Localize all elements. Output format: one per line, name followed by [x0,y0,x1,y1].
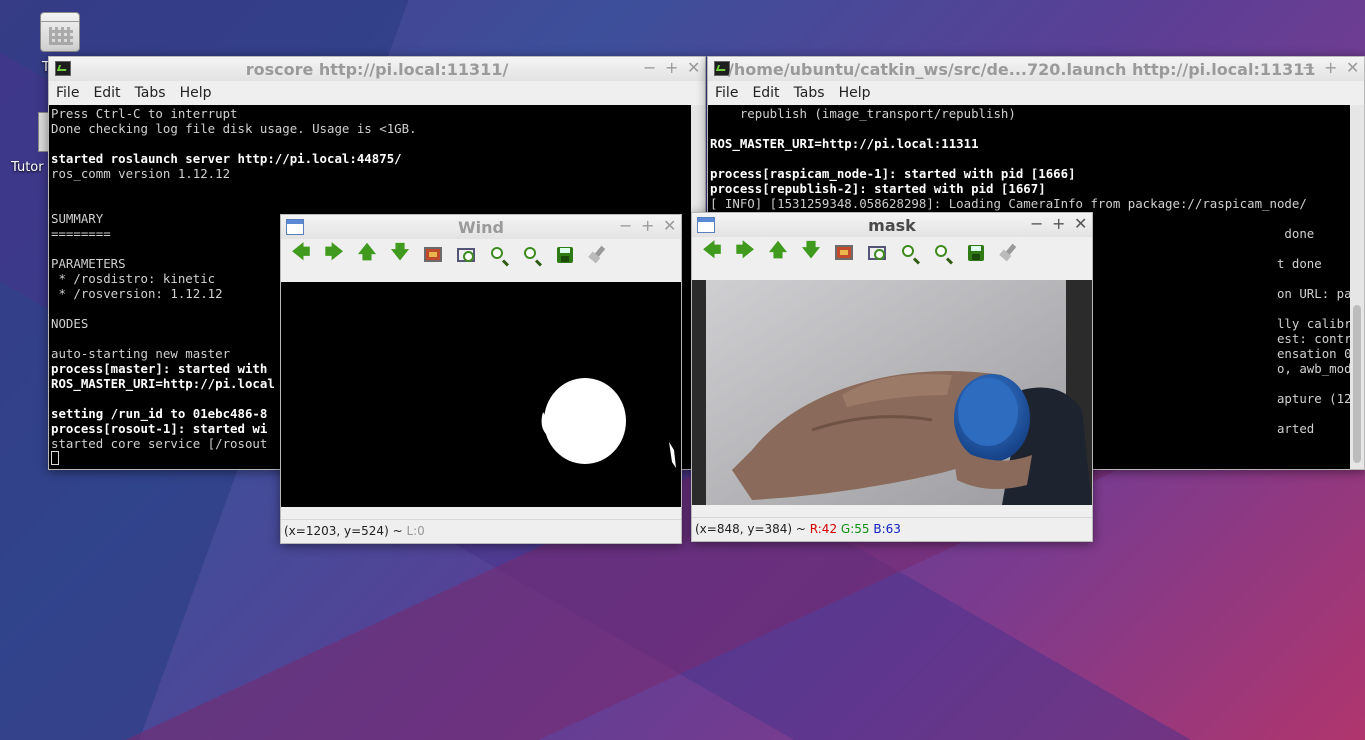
maximize-button[interactable]: + [1052,215,1065,233]
zoom-fit-icon[interactable] [866,242,888,264]
image-icon[interactable] [833,242,855,264]
menu-edit[interactable]: Edit [752,85,779,101]
menu-tabs[interactable]: Tabs [794,85,825,101]
minimize-button[interactable]: − [619,217,632,235]
terminal-line: Press Ctrl-C to interrupt [51,106,238,121]
camera-image-canvas[interactable] [692,280,1092,505]
menu-edit[interactable]: Edit [93,85,120,101]
image-window-wind[interactable]: Wind − + ✕ 🡄 🡆 🡅 🡇 (x=1203, y=524) ~ L:0 [280,214,682,544]
titlebar[interactable]: /home/ubuntu/catkin_ws/src/de...720.laun… [708,57,1364,81]
camera-photo [692,280,1092,505]
menubar: File Edit Tabs Help [49,81,705,105]
terminal-line: started roslaunch server http://pi.local… [51,151,402,166]
pixel-r-value: R:42 [809,521,838,536]
minimize-button[interactable]: − [1302,59,1315,77]
text-cursor [51,451,59,465]
minimize-button[interactable]: − [1030,215,1043,233]
close-button[interactable]: ✕ [1074,215,1087,233]
arrow-up-icon[interactable]: 🡅 [356,242,378,266]
scrollbar-thumb[interactable] [1353,305,1361,463]
statusbar: (x=1203, y=524) ~ L:0 [281,519,681,541]
titlebar[interactable]: roscore http://pi.local:11311/ − + ✕ [49,57,705,81]
minimize-button[interactable]: − [643,59,656,77]
image-toolbar: 🡄 🡆 🡅 🡇 [281,239,681,271]
brush-icon[interactable] [587,244,609,266]
save-icon[interactable] [554,244,576,266]
terminal-line: process[republish-2]: started with pid [… [710,181,1046,196]
terminal-line: ros_comm version 1.12.12 [51,166,231,181]
arrow-up-icon[interactable]: 🡅 [767,240,789,264]
zoom-in-icon[interactable] [488,244,510,266]
terminal-line: [ INFO] [1531259348.058628298]: Loading … [710,196,1307,211]
terminal-line: republish (image_transport/republish) [710,106,1016,121]
window-title: roscore http://pi.local:11311/ [245,60,509,79]
image-icon[interactable] [422,244,444,266]
terminal-line: process[raspicam_node-1]: started with p… [710,166,1076,181]
close-button[interactable]: ✕ [663,217,676,235]
menu-file[interactable]: File [715,85,738,101]
arrow-right-icon[interactable]: 🡆 [323,242,345,266]
desktop-icon-label: Tutor [11,160,44,175]
maximize-button[interactable]: + [1324,59,1337,77]
zoom-in-icon[interactable] [899,242,921,264]
brush-icon[interactable] [998,242,1020,264]
close-button[interactable]: ✕ [687,59,700,77]
mask-blob-image [541,378,676,468]
menu-tabs[interactable]: Tabs [135,85,166,101]
image-window-mask[interactable]: mask − + ✕ 🡄 🡆 🡅 🡇 (x=848, y=384) ~ R:42… [691,212,1093,542]
scrollbar[interactable] [1350,105,1364,469]
pixel-g-value: G:55 [840,521,870,536]
cursor-coords: (x=848, y=384) ~ [695,521,810,536]
zoom-fit-icon[interactable] [455,244,477,266]
titlebar[interactable]: Wind − + ✕ [281,215,681,239]
terminal-line: Done checking log file disk usage. Usage… [51,121,417,136]
save-icon[interactable] [965,242,987,264]
maximize-button[interactable]: + [665,59,678,77]
menu-help[interactable]: Help [839,85,871,101]
arrow-left-icon[interactable]: 🡄 [701,240,723,264]
desktop-icon-trash[interactable] [36,10,84,54]
image-toolbar: 🡄 🡆 🡅 🡇 [692,237,1092,269]
pixel-value: L:0 [406,523,425,538]
menu-help[interactable]: Help [180,85,212,101]
arrow-left-icon[interactable]: 🡄 [290,242,312,266]
arrow-right-icon[interactable]: 🡆 [734,240,756,264]
menubar: File Edit Tabs Help [708,81,1364,105]
titlebar[interactable]: mask − + ✕ [692,213,1092,237]
terminal-line: ROS_MASTER_URI=http://pi.local:11311 [710,136,979,151]
close-button[interactable]: ✕ [1346,59,1359,77]
image-canvas[interactable] [281,282,681,507]
window-title: /home/ubuntu/catkin_ws/src/de...720.laun… [728,60,1316,79]
trash-icon [40,12,80,52]
arrow-down-icon[interactable]: 🡇 [389,242,411,266]
zoom-out-icon[interactable] [521,244,543,266]
cursor-coords: (x=1203, y=524) ~ [284,523,407,538]
statusbar: (x=848, y=384) ~ R:42 G:55 B:63 [692,517,1092,539]
pixel-b-value: B:63 [873,521,901,536]
maximize-button[interactable]: + [641,217,654,235]
zoom-out-icon[interactable] [932,242,954,264]
menu-file[interactable]: File [56,85,79,101]
arrow-down-icon[interactable]: 🡇 [800,240,822,264]
